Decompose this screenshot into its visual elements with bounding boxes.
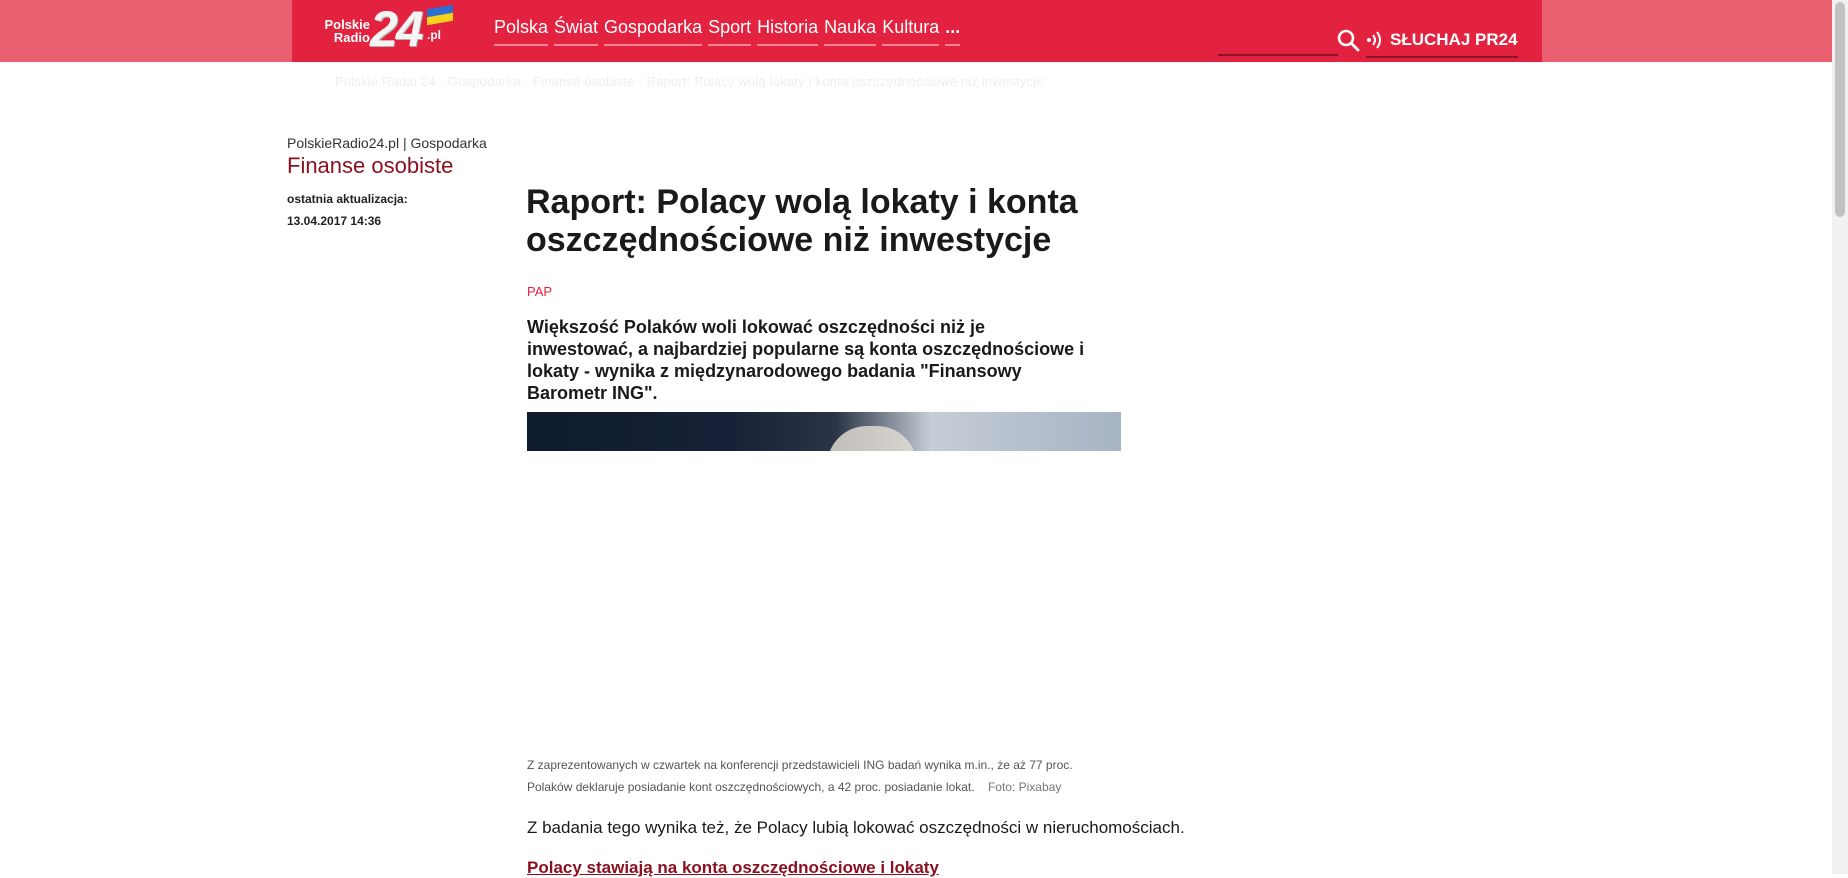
breadcrumb: Polskie Radio 24 · Gospodarka · Finanse … <box>335 74 1044 89</box>
logo-line-2: Radio <box>333 30 370 45</box>
article-headline: Raport: Polacy wolą lokaty i konta oszcz… <box>526 183 1078 259</box>
site-header: Polskie Radio 24 .pl Polska Świat Gospod… <box>292 0 1542 62</box>
section-breadcrumb: PolskieRadio24.pl | Gospodarka <box>287 135 487 151</box>
nav-item-polska[interactable]: Polska <box>494 16 549 46</box>
logo-text: Polskie Radio <box>322 18 370 44</box>
article-lead: Większość Polaków woli lokować oszczędno… <box>527 317 1085 403</box>
search-input[interactable] <box>1218 54 1338 56</box>
nav-more-button[interactable]: ... <box>945 16 961 46</box>
nav-item-kultura[interactable]: Kultura <box>882 16 940 46</box>
breadcrumb-separator: | <box>402 135 407 151</box>
broadcast-icon <box>1367 31 1381 49</box>
breadcrumb-site-link[interactable]: PolskieRadio24.pl <box>287 135 399 151</box>
nav-item-historia[interactable]: Historia <box>757 16 819 46</box>
article-subheading-link[interactable]: Polacy stawiają na konta oszczędnościowe… <box>527 858 939 878</box>
nav-item-sport[interactable]: Sport <box>708 16 752 46</box>
listen-live-button[interactable]: SŁUCHAJ PR24 <box>1366 26 1518 58</box>
search-icon[interactable] <box>1336 28 1360 52</box>
logo-suffix: .pl <box>427 28 441 42</box>
ukraine-flag-icon <box>427 4 453 26</box>
article-paragraph: Z badania tego wynika też, że Polacy lub… <box>527 818 1185 837</box>
site-logo[interactable]: Polskie Radio 24 .pl <box>322 4 462 54</box>
logo-number: 24 <box>370 1 424 57</box>
main-nav: Polska Świat Gospodarka Sport Historia N… <box>494 16 966 46</box>
photo-hand-shape <box>827 426 917 451</box>
scrollbar-thumb[interactable] <box>1835 2 1845 217</box>
listen-live-label: SŁUCHAJ PR24 <box>1390 30 1518 49</box>
article-photo <box>527 412 1121 451</box>
section-title[interactable]: Finanse osobiste <box>287 153 453 179</box>
nav-item-nauka[interactable]: Nauka <box>824 16 877 46</box>
article-source[interactable]: PAP <box>527 284 552 299</box>
breadcrumb-category-link[interactable]: Gospodarka <box>411 135 487 151</box>
nav-item-gospodarka[interactable]: Gospodarka <box>604 16 703 46</box>
updated-label: ostatnia aktualizacja: <box>287 192 408 206</box>
photo-caption: Z zaprezentowanych w czwartek na konfere… <box>527 754 1097 798</box>
updated-date: 13.04.2017 14:36 <box>287 214 382 228</box>
page-scrollbar[interactable] <box>1832 0 1848 874</box>
photo-credit: Foto: Pixabay <box>987 780 1062 794</box>
nav-item-swiat[interactable]: Świat <box>554 16 599 46</box>
